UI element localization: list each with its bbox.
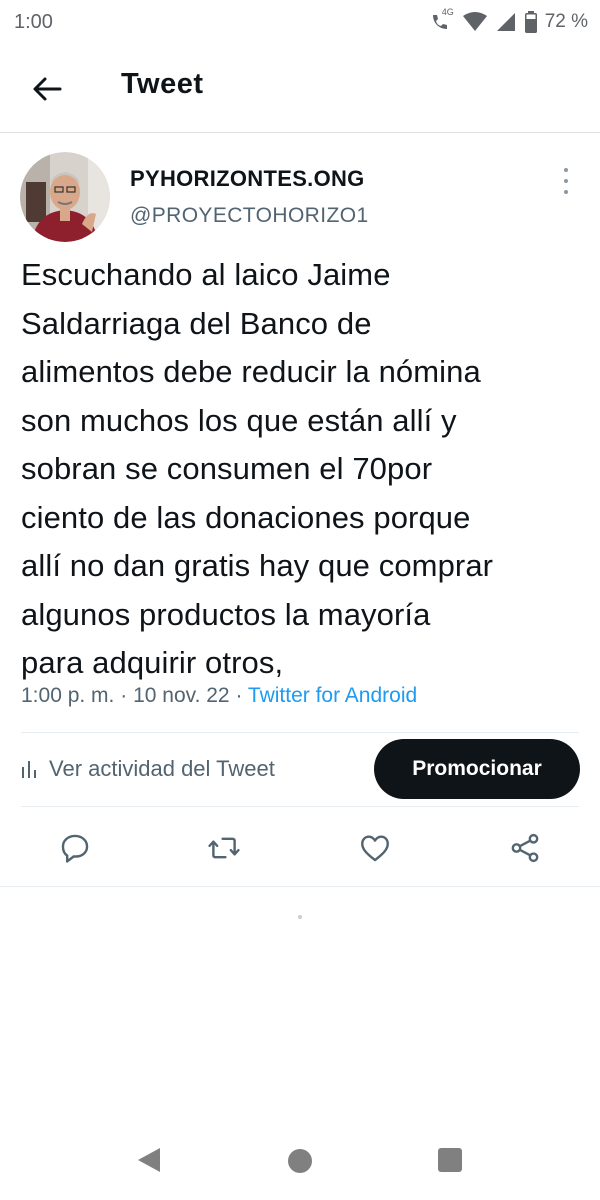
- promote-button[interactable]: Promocionar: [374, 739, 580, 799]
- analytics-icon: [22, 761, 36, 778]
- tweet-text: Escuchando al laico Jaime Saldarriaga de…: [21, 257, 494, 680]
- more-dot-icon: [564, 190, 568, 194]
- more-options-button[interactable]: [556, 168, 576, 194]
- tweet-time: 1:00 p. m.: [21, 684, 115, 707]
- battery-percent: 72 %: [544, 11, 588, 32]
- meta-separator: ·: [235, 684, 243, 707]
- more-dot-icon: [564, 168, 568, 172]
- app-header: Tweet: [0, 44, 600, 133]
- view-activity-label: Ver actividad del Tweet: [49, 756, 275, 781]
- battery-icon: [524, 11, 537, 33]
- reply-icon: [61, 834, 89, 863]
- share-icon: [511, 833, 539, 863]
- retweet-button[interactable]: [202, 826, 246, 870]
- author-display-name[interactable]: PYHORIZONTES.ONG: [130, 166, 365, 192]
- nav-back-icon[interactable]: [136, 1146, 162, 1174]
- profile-photo: [20, 152, 110, 242]
- signal-icon: [495, 12, 517, 32]
- share-button[interactable]: [503, 826, 547, 870]
- tweet-source-link[interactable]: Twitter for Android: [248, 684, 417, 707]
- view-activity-link[interactable]: Ver actividad del Tweet: [21, 746, 275, 792]
- divider: [21, 806, 579, 807]
- retweet-icon: [208, 837, 240, 859]
- tweet-date: 10 nov. 22: [133, 684, 230, 707]
- like-icon: [361, 835, 389, 862]
- avatar[interactable]: [20, 152, 110, 242]
- divider: [21, 732, 579, 733]
- meta-separator: ·: [120, 684, 128, 707]
- author-handle[interactable]: @PROYECTOHORIZO1: [130, 204, 369, 228]
- network-type: 4G: [441, 7, 454, 17]
- reply-button[interactable]: [53, 826, 97, 870]
- status-bar: 1:00 4G 72 %: [0, 0, 600, 44]
- tweet-meta: 1:00 p. m. · 10 nov. 22 · Twitter for An…: [21, 684, 417, 708]
- status-time: 1:00: [14, 10, 53, 33]
- nav-recents-icon[interactable]: [438, 1148, 462, 1172]
- back-button[interactable]: [28, 70, 66, 108]
- arrow-left-icon: [33, 77, 62, 101]
- wifi-icon: [462, 12, 487, 32]
- more-dot-icon: [564, 179, 568, 183]
- loading-indicator: [298, 915, 302, 919]
- status-icons: 4G 72 %: [429, 7, 588, 33]
- page-title: Tweet: [121, 68, 204, 100]
- nav-home-icon[interactable]: [288, 1149, 312, 1173]
- wifi-call-icon: 4G: [429, 7, 455, 33]
- like-button[interactable]: [353, 826, 397, 870]
- tweet-detail-screen: 1:00 4G 72 % Tweet PYHORIZONTES.ONG @PRO…: [0, 0, 600, 1200]
- divider: [0, 886, 600, 887]
